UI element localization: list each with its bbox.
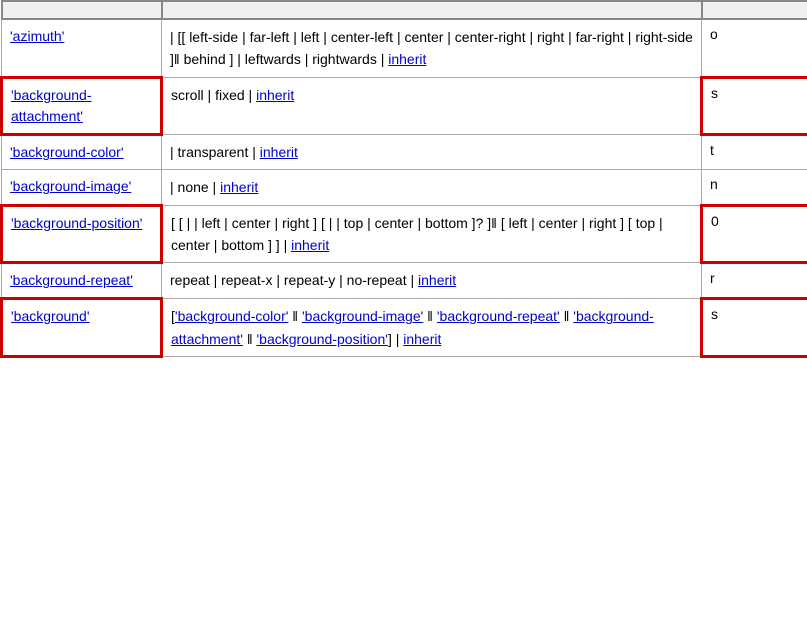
extra-cell-background-attachment: s bbox=[702, 77, 807, 134]
extra-cell-background-repeat: r bbox=[702, 263, 807, 299]
property-link-background-image[interactable]: 'background-image' bbox=[10, 178, 131, 194]
table-row: 'background-attachment' scroll | fixed | … bbox=[2, 77, 807, 134]
extra-cell-background-position: 0 bbox=[702, 205, 807, 263]
values-cell-background-color: | transparent | inherit bbox=[162, 134, 702, 169]
table-row: 'azimuth' | [[ left-side | far-left | le… bbox=[2, 19, 807, 77]
extra-cell-background: s bbox=[702, 299, 807, 357]
table-row: 'background-position' [ [ | | left | cent… bbox=[2, 205, 807, 263]
values-cell-azimuth: | [[ left-side | far-left | left | cente… bbox=[162, 19, 702, 77]
property-link-background-repeat[interactable]: 'background-repeat' bbox=[10, 272, 133, 288]
property-link-azimuth[interactable]: 'azimuth' bbox=[10, 28, 64, 44]
table-row: 'background' ['background-color' ‖ 'backg… bbox=[2, 299, 807, 357]
values-cell-background-image: | none | inherit bbox=[162, 170, 702, 205]
inherit-link[interactable]: inherit bbox=[256, 87, 294, 103]
inherit-link[interactable]: inherit bbox=[388, 51, 426, 67]
header-values bbox=[162, 1, 702, 19]
extra-cell-azimuth: o bbox=[702, 19, 807, 77]
table-row: 'background-color' | transparent | inher… bbox=[2, 134, 807, 169]
value-link[interactable]: 'background-image' bbox=[302, 308, 423, 324]
inherit-link[interactable]: inherit bbox=[291, 237, 329, 253]
values-cell-background-attachment: scroll | fixed | inherit bbox=[162, 77, 702, 134]
values-cell-background: ['background-color' ‖ 'background-image'… bbox=[162, 299, 702, 357]
inherit-link[interactable]: inherit bbox=[403, 331, 441, 347]
extra-cell-background-image: n bbox=[702, 170, 807, 205]
table-row: 'background-image' | none | inheritn bbox=[2, 170, 807, 205]
inherit-link[interactable]: inherit bbox=[260, 144, 298, 160]
inherit-link[interactable]: inherit bbox=[418, 272, 456, 288]
inherit-link[interactable]: inherit bbox=[220, 179, 258, 195]
value-link[interactable]: 'background-position' bbox=[257, 331, 388, 347]
values-cell-background-position: [ [ | | left | center | right ] [ | | to… bbox=[162, 205, 702, 263]
property-link-background[interactable]: 'background' bbox=[11, 308, 90, 324]
property-link-background-position[interactable]: 'background-position' bbox=[11, 215, 142, 231]
property-link-background-attachment[interactable]: 'background-attachment' bbox=[11, 87, 92, 124]
property-link-background-color[interactable]: 'background-color' bbox=[10, 144, 124, 160]
values-cell-background-repeat: repeat | repeat-x | repeat-y | no-repeat… bbox=[162, 263, 702, 299]
extra-cell-background-color: t bbox=[702, 134, 807, 169]
value-link[interactable]: 'background-color' bbox=[175, 308, 289, 324]
header-name bbox=[2, 1, 162, 19]
table-row: 'background-repeat' repeat | repeat-x | r… bbox=[2, 263, 807, 299]
header-extra bbox=[702, 1, 807, 19]
value-link[interactable]: 'background-repeat' bbox=[437, 308, 560, 324]
